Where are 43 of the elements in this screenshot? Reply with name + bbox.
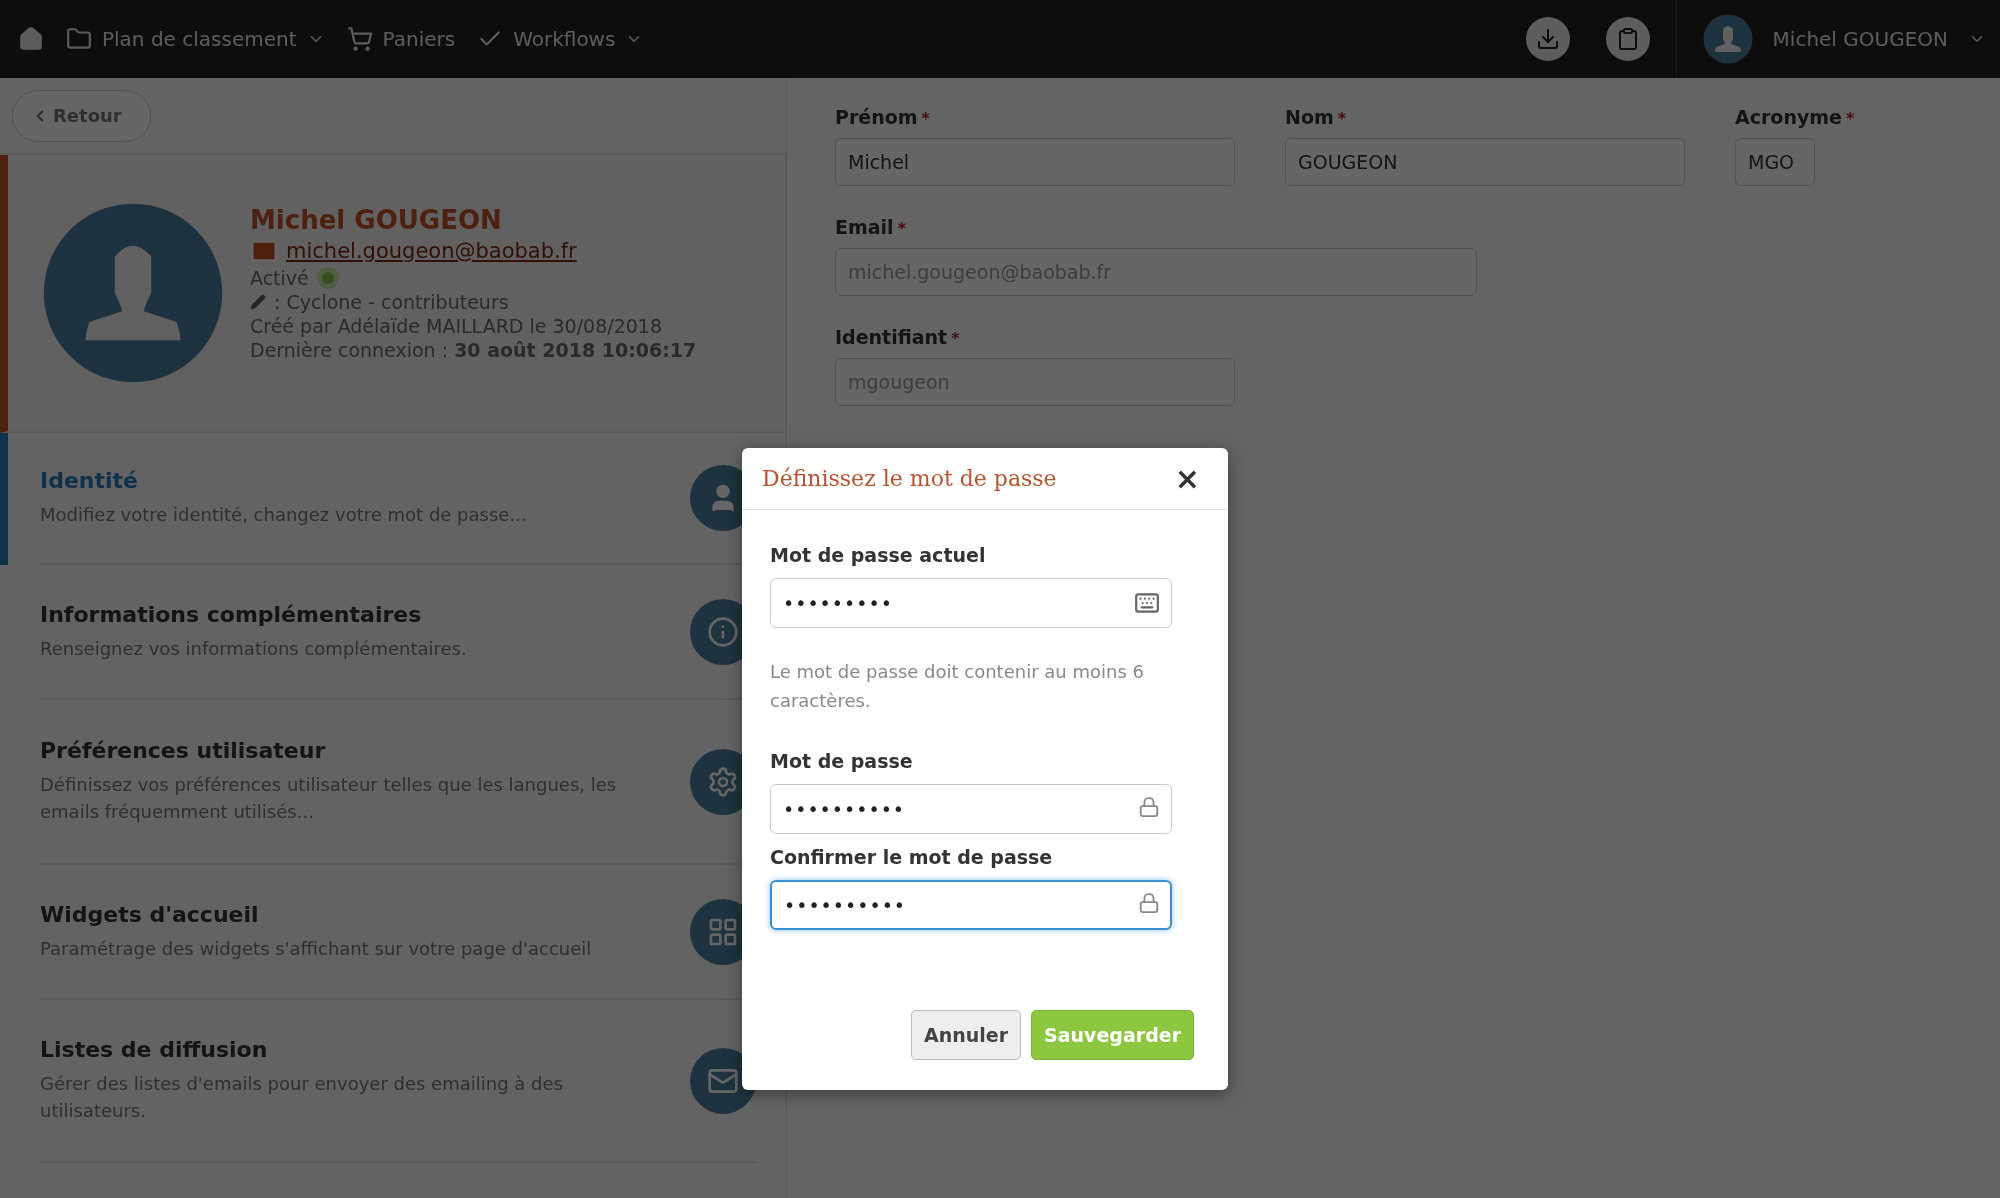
password-field[interactable]: ••••••••••: [770, 879, 1172, 930]
field-label: Prénom *: [835, 106, 931, 128]
download-button[interactable]: [1525, 17, 1570, 61]
nav-menu-item[interactable]: Plan de classement: [66, 26, 325, 52]
section-title[interactable]: Identité: [40, 468, 670, 493]
section-title[interactable]: Widgets d'accueil: [40, 901, 670, 927]
user-name: Michel GOUGEON: [250, 205, 503, 235]
field-label: Mot de passe actuel: [770, 544, 987, 566]
password-field[interactable]: •••••••••: [770, 578, 1172, 628]
avatar-icon: [1702, 14, 1753, 64]
section-title[interactable]: Informations complémentaires: [40, 601, 670, 627]
email-link[interactable]: michel.gougeon@baobab.fr: [286, 239, 577, 263]
user-menu[interactable]: Michel GOUGEON: [1702, 14, 2000, 64]
input-field[interactable]: GOUGEON: [1285, 138, 1685, 186]
input-field[interactable]: MGO: [1735, 138, 1815, 186]
clipboard-button[interactable]: [1605, 17, 1650, 61]
save-button[interactable]: Sauvegarder: [1031, 1010, 1194, 1060]
settings-icon: [707, 765, 739, 798]
field-label: Acronyme *: [1735, 106, 1855, 128]
keyboard-icon[interactable]: [1134, 590, 1160, 616]
password-field[interactable]: ••••••••••: [770, 783, 1172, 834]
field-label: Email *: [835, 216, 907, 238]
field-label: Identifiant *: [835, 326, 961, 348]
nav-menu-item[interactable]: Workflows: [477, 26, 644, 52]
home-icon[interactable]: [18, 26, 44, 52]
input-field[interactable]: Michel: [835, 138, 1235, 186]
info-icon: [707, 615, 739, 648]
lock-icon[interactable]: [1138, 795, 1160, 818]
section-title[interactable]: Préférences utilisateur: [40, 738, 670, 763]
nav-menu-item[interactable]: Paniers: [346, 26, 456, 52]
folder-icon: [66, 26, 92, 52]
pencil-icon: [250, 294, 266, 310]
field-label: Mot de passe: [770, 749, 914, 772]
lock-icon[interactable]: [1138, 891, 1160, 914]
hint-text: Le mot de passe doit contenir au moins 6 caractères.: [770, 660, 1145, 713]
close-button[interactable]: ×: [1168, 461, 1206, 496]
dialog-title: Définissez le mot de passe: [762, 466, 1057, 491]
section-title[interactable]: Listes de diffusion: [40, 1037, 670, 1062]
field-label: Confirmer le mot de passe: [770, 845, 1054, 868]
cart-icon: [346, 26, 373, 52]
download-icon: [1535, 27, 1560, 51]
cancel-button[interactable]: Annuler: [911, 1010, 1022, 1060]
field-label: Nom *: [1285, 106, 1348, 128]
